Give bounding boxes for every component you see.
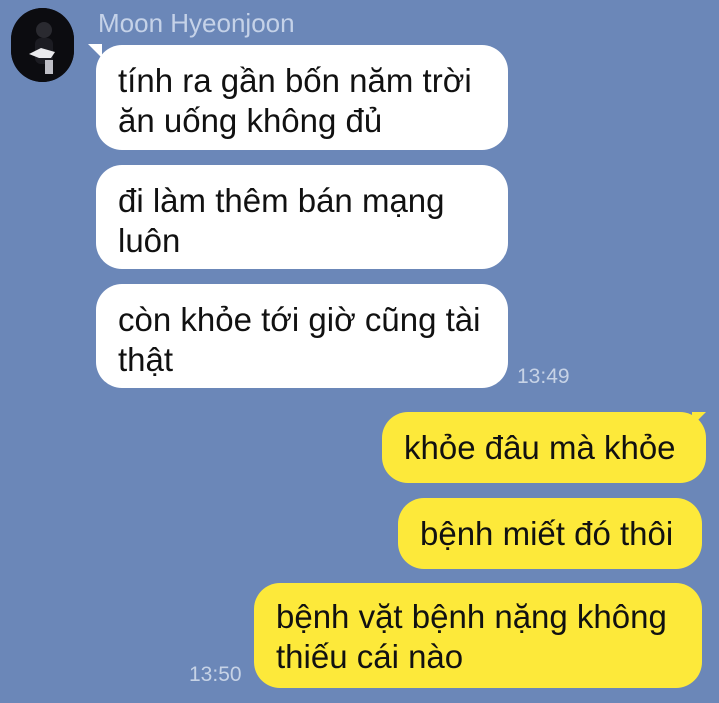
- message-text: luôn: [118, 222, 181, 259]
- sender-name: Moon Hyeonjoon: [98, 8, 295, 38]
- outgoing-timestamp: 13:50: [189, 663, 242, 686]
- outgoing-message-bubble[interactable]: khỏe đâu mà khỏe: [382, 412, 706, 483]
- incoming-message-bubble[interactable]: đi làm thêm bán mạng luôn: [96, 165, 508, 269]
- message-text: bệnh miết đó thôi: [420, 515, 674, 552]
- sender-avatar[interactable]: [11, 8, 74, 82]
- outgoing-message-bubble[interactable]: bệnh miết đó thôi: [398, 498, 702, 569]
- incoming-message-bubble[interactable]: còn khỏe tới giờ cũng tài thật: [96, 284, 508, 388]
- message-text: thiếu cái nào: [276, 638, 464, 675]
- incoming-timestamp: 13:49: [517, 365, 570, 388]
- message-text: thật: [118, 341, 174, 378]
- user-avatar-icon: [11, 8, 74, 82]
- message-text: còn khỏe tới giờ cũng tài: [118, 301, 481, 338]
- incoming-message-bubble[interactable]: tính ra gần bốn năm trời ăn uống không đ…: [96, 45, 508, 150]
- message-text: khỏe đâu mà khỏe: [404, 429, 676, 466]
- message-text: bệnh vặt bệnh nặng không: [276, 598, 667, 635]
- message-text: tính ra gần bốn năm trời: [118, 62, 472, 99]
- message-text: ăn uống không đủ: [118, 102, 383, 139]
- outgoing-message-bubble[interactable]: bệnh vặt bệnh nặng không thiếu cái nào: [254, 583, 702, 688]
- message-text: đi làm thêm bán mạng: [118, 182, 445, 219]
